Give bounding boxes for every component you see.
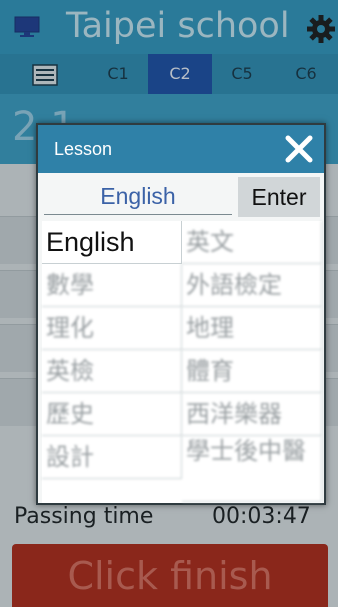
lesson-option[interactable]: 歷史 xyxy=(42,393,182,436)
lesson-option[interactable]: English xyxy=(42,221,182,264)
dialog-title: Lesson xyxy=(54,139,113,159)
lesson-option[interactable]: 英文 xyxy=(182,221,322,264)
close-icon[interactable] xyxy=(284,134,314,164)
lesson-search-input[interactable] xyxy=(44,177,232,215)
lesson-option[interactable]: 外語檢定 xyxy=(182,264,322,307)
lesson-option[interactable]: 理化 xyxy=(42,307,182,350)
lesson-dialog: Lesson Enter English 英文 數學 外語檢定 理化 地理 英檢… xyxy=(36,123,326,505)
lesson-option[interactable]: 英檢 xyxy=(42,350,182,393)
lesson-option[interactable]: 地理 xyxy=(182,307,322,350)
lesson-option[interactable]: 西洋樂器 xyxy=(182,393,322,436)
lesson-grid: English 英文 數學 外語檢定 理化 地理 英檢 體育 歷史 西洋樂器 設… xyxy=(42,221,322,503)
enter-button[interactable]: Enter xyxy=(238,177,320,217)
lesson-option[interactable]: 數學 xyxy=(42,264,182,307)
dialog-header: Lesson xyxy=(38,125,324,173)
lesson-search-field xyxy=(44,177,232,215)
lesson-option[interactable]: 學士後中醫 xyxy=(182,436,322,502)
lesson-option[interactable]: 體育 xyxy=(182,350,322,393)
lesson-option[interactable]: 設計 xyxy=(42,436,182,479)
